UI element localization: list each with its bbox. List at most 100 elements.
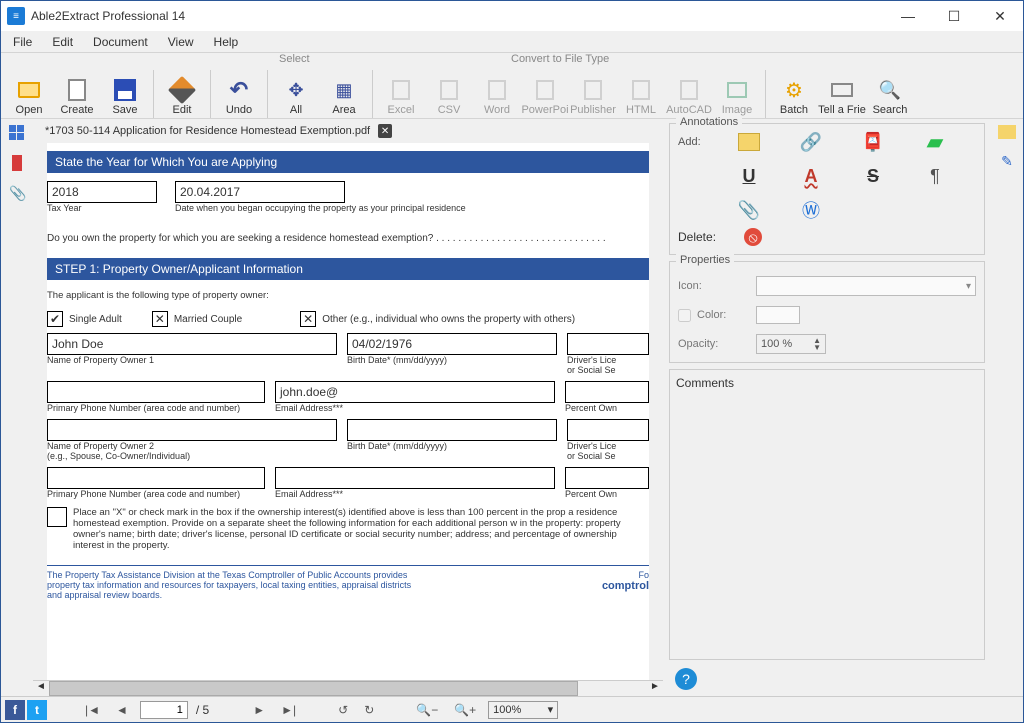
squiggly-icon[interactable]: A [800,166,822,186]
right-sidebar: ✎ [991,119,1023,696]
prop-icon-label: Icon: [678,280,748,292]
dots: . . . . . . . . . . . . . . . . . . . . … [433,233,605,244]
undo-button[interactable]: ↶Undo [215,60,263,118]
start-date-field[interactable]: 20.04.2017 [175,181,345,203]
batch-button[interactable]: ⚙Batch [770,60,818,118]
select-all-button[interactable]: ✥All [272,60,320,118]
type-intro: The applicant is the following type of p… [47,290,649,301]
properties-title: Properties [676,254,734,266]
convert-csv-button[interactable]: CSV [425,60,473,118]
highlight-icon[interactable]: ▰ [924,132,946,152]
menu-document[interactable]: Document [85,33,156,51]
rotate-left-button[interactable]: ↺ [334,703,352,717]
footer-left: The Property Tax Assistance Division at … [47,570,427,600]
caret-icon[interactable]: ¶ [924,166,946,186]
email2-field[interactable] [275,467,555,489]
birthdate-field[interactable]: 04/02/1976 [347,333,557,355]
page-input[interactable] [140,701,188,719]
email-field[interactable]: john.doe@ [275,381,555,403]
checkbox-other[interactable]: ✕ [300,311,316,327]
owner1-label: Name of Property Owner 1 [47,355,337,365]
facebook-icon[interactable]: f [5,700,25,720]
pct2-field[interactable] [565,467,649,489]
zoom-dropdown[interactable]: 100%▾ [488,701,558,719]
phone1-field[interactable] [47,381,265,403]
search-button[interactable]: 🔍Search [866,60,914,118]
strikeout-icon[interactable]: S [862,166,884,186]
twitter-icon[interactable]: t [27,700,47,720]
birthdate-label: Birth Date* (mm/dd/yyyy) [347,355,557,365]
next-page-button[interactable]: ► [249,703,269,717]
help-icon[interactable]: ? [675,668,697,690]
tax-year-field[interactable]: 2018 [47,181,157,203]
first-page-button[interactable]: |◄ [81,703,104,717]
edit-button[interactable]: Edit [158,60,206,118]
pct1-field[interactable] [565,381,649,403]
annotation-tab-icon[interactable] [998,125,1016,139]
save-button[interactable]: Save [101,60,149,118]
maximize-button[interactable]: ☐ [931,1,977,31]
zoom-in-button[interactable]: 🔍+ [450,703,480,717]
create-button[interactable]: Create [53,60,101,118]
checkbox-married[interactable]: ✕ [152,311,168,327]
convert-autocad-button[interactable]: AutoCAD [665,60,713,118]
delete-annotation-icon[interactable]: ⦸ [744,228,762,246]
checkbox-single[interactable]: ✔ [47,311,63,327]
close-button[interactable]: ✕ [977,1,1023,31]
underline-icon[interactable]: U [738,166,760,186]
owner2-field[interactable] [47,419,337,441]
convert-image-button[interactable]: Image [713,60,761,118]
window-title: Able2Extract Professional 14 [31,9,885,23]
annotations-title: Annotations [676,116,742,128]
convert-excel-button[interactable]: Excel [377,60,425,118]
owner1-field[interactable]: John Doe [47,333,337,355]
bookmarks-icon[interactable] [12,155,22,171]
select-area-button[interactable]: ▦Area [320,60,368,118]
link-icon[interactable]: 🔗 [800,132,822,152]
document-tab[interactable]: *1703 50-114 Application for Residence H… [37,122,400,140]
label-married: Married Couple [174,314,242,325]
birthdate2-field[interactable] [347,419,557,441]
minimize-button[interactable]: — [885,1,931,31]
page-total: / 5 [196,703,209,717]
toolbar-section-select: Select [279,53,310,65]
note-icon[interactable] [738,133,760,151]
phone1-label: Primary Phone Number (area code and numb… [47,403,265,413]
tab-close-icon[interactable]: ✕ [378,124,392,138]
convert-powerpoint-button[interactable]: PowerPoi [521,60,569,118]
prop-icon-dropdown[interactable]: ▾ [756,276,976,296]
sign-tab-icon[interactable]: ✎ [1001,153,1013,170]
menu-view[interactable]: View [160,33,202,51]
rotate-right-button[interactable]: ↻ [360,703,378,717]
app-icon: ≡ [7,7,25,25]
dl-field[interactable] [567,333,649,355]
birthdate2-label: Birth Date* (mm/dd/yyyy) [347,441,557,451]
comments-title: Comments [676,376,978,390]
document-page: State the Year for Which You are Applyin… [47,143,649,680]
horizontal-scrollbar[interactable]: ◄► [33,680,663,696]
checkbox-ownership[interactable] [47,507,67,527]
convert-publisher-button[interactable]: Publisher [569,60,617,118]
zoom-out-button[interactable]: 🔍− [412,703,442,717]
tell-friend-button[interactable]: Tell a Frie [818,60,866,118]
phone2-field[interactable] [47,467,265,489]
menu-file[interactable]: File [5,33,40,51]
stamp-icon[interactable]: 📮 [862,132,884,152]
thumbnails-icon[interactable] [9,125,25,141]
menu-help[interactable]: Help [206,33,247,51]
toolbar: Select Convert to File Type Open Create … [1,53,1023,119]
convert-word-button[interactable]: Word [473,60,521,118]
attachment-icon[interactable]: 📎 [738,200,760,220]
watermark-icon[interactable]: Ⓦ [800,200,822,220]
properties-group: Properties Icon: ▾ Color: Opacity: 100 %… [669,261,985,363]
prev-page-button[interactable]: ◄ [112,703,132,717]
open-button[interactable]: Open [5,60,53,118]
dl2-field[interactable] [567,419,649,441]
prop-opacity-spinner[interactable]: 100 %▲▼ [756,334,826,354]
attachments-icon[interactable]: 📎 [9,185,25,201]
convert-html-button[interactable]: HTML [617,60,665,118]
last-page-button[interactable]: ►| [277,703,300,717]
prop-color-swatch[interactable] [756,306,800,324]
tab-title: *1703 50-114 Application for Residence H… [45,125,370,137]
menu-edit[interactable]: Edit [44,33,81,51]
